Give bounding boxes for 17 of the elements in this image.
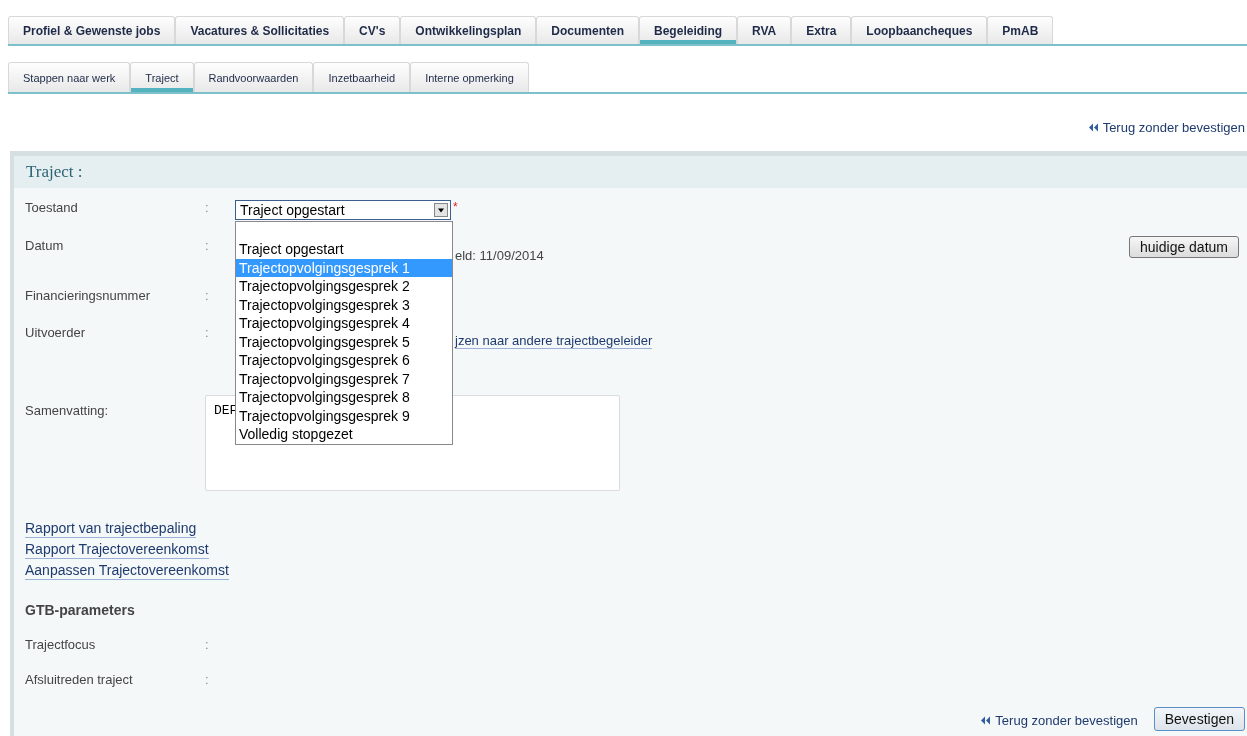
field-label: Financieringsnummer: [25, 288, 151, 303]
required-mark: *: [453, 200, 458, 214]
colon: :: [205, 200, 210, 215]
date-text: eld: 11/09/2014: [455, 248, 544, 263]
colon: :: [205, 325, 210, 340]
colon: :: [205, 672, 210, 687]
field-label: Uitvoerder: [25, 325, 86, 340]
field-label: Toestand: [25, 200, 79, 215]
field-label: Afsluitreden traject: [25, 672, 134, 687]
colon: :: [205, 238, 210, 253]
panel-title: Traject :: [26, 162, 83, 182]
section-heading: GTB-parameters: [25, 602, 136, 620]
colon: :: [205, 288, 210, 303]
field-label: Datum: [25, 238, 65, 253]
field-label: Samenvatting:: [25, 403, 110, 418]
field-label: Trajectfocus: [25, 637, 97, 652]
colon: :: [205, 637, 210, 652]
